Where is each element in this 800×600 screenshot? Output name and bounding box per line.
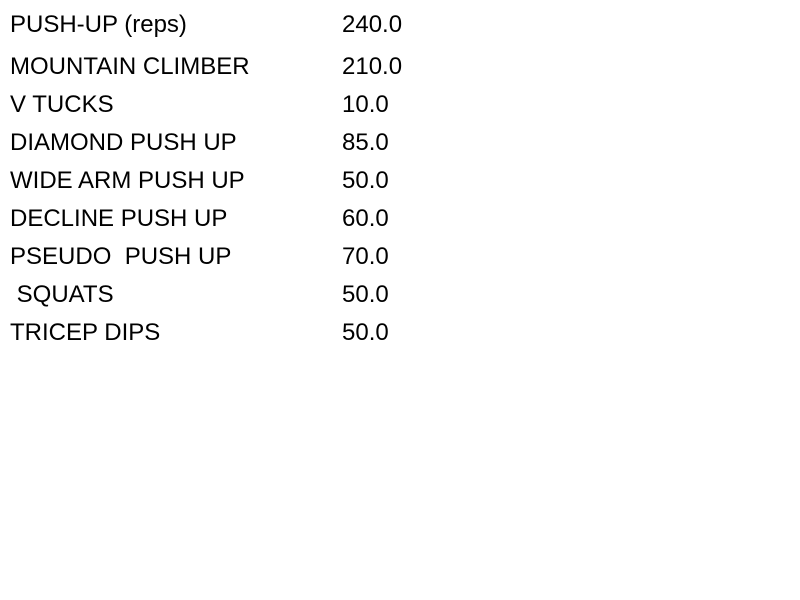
table-row: PSEUDO PUSH UP 70.0 — [10, 238, 470, 276]
exercise-value: 210.0 — [342, 53, 403, 80]
exercise-name: PUSH-UP (reps) — [10, 11, 187, 38]
table-row: WIDE ARM PUSH UP 50.0 — [10, 162, 470, 200]
exercise-value: 50.0 — [342, 281, 389, 308]
exercise-value: 60.0 — [342, 205, 389, 232]
exercise-name: SQUATS — [10, 281, 114, 308]
exercise-value: 10.0 — [342, 91, 389, 118]
exercise-name: MOUNTAIN CLIMBER — [10, 53, 250, 80]
table-row: SQUATS 50.0 — [10, 276, 470, 314]
table-row: DECLINE PUSH UP 60.0 — [10, 200, 470, 238]
exercise-value: 50.0 — [342, 167, 389, 194]
table-row: TRICEP DIPS 50.0 — [10, 314, 470, 352]
exercise-table: PUSH-UP (reps) 240.0 MOUNTAIN CLIMBER 21… — [10, 10, 470, 352]
table-row: PUSH-UP (reps) 240.0 — [10, 10, 470, 40]
exercise-value: 70.0 — [342, 243, 389, 270]
table-row: MOUNTAIN CLIMBER 210.0 — [10, 48, 470, 86]
exercise-value: 50.0 — [342, 319, 389, 346]
table-row: V TUCKS 10.0 — [10, 86, 470, 124]
exercise-name: TRICEP DIPS — [10, 319, 161, 346]
exercise-name: DIAMOND PUSH UP — [10, 129, 237, 156]
exercise-name: WIDE ARM PUSH UP — [10, 167, 245, 194]
exercise-name: DECLINE PUSH UP — [10, 205, 228, 232]
exercise-value: 240.0 — [342, 11, 403, 38]
page: PUSH-UP (reps) 240.0 MOUNTAIN CLIMBER 21… — [0, 0, 800, 600]
table-row: DIAMOND PUSH UP 85.0 — [10, 124, 470, 162]
exercise-name: V TUCKS — [10, 91, 114, 118]
exercise-value: 85.0 — [342, 129, 389, 156]
exercise-name: PSEUDO PUSH UP — [10, 243, 232, 270]
